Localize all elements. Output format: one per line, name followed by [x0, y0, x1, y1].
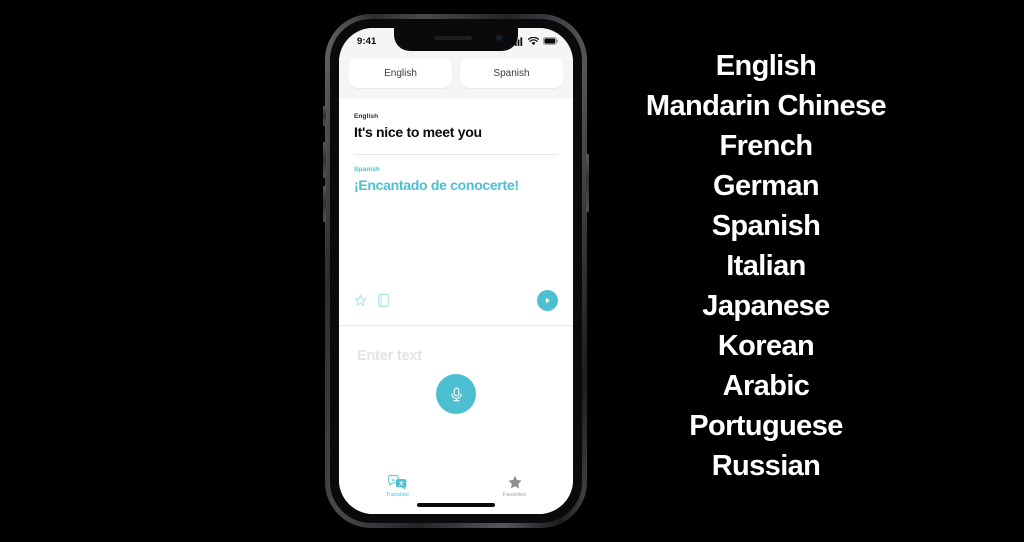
silent-switch-button[interactable] — [323, 106, 326, 126]
earpiece-speaker — [433, 36, 472, 40]
language-item: Korean — [717, 330, 815, 362]
tab-translate-label: Translate — [385, 492, 410, 498]
wifi-icon — [528, 36, 539, 45]
star-filled-icon — [507, 475, 522, 489]
translation-card: English It's nice to meet you Spanish ¡E… — [339, 98, 573, 325]
language-item: Japanese — [702, 290, 830, 322]
tab-bar: A 文 Translate Favorites — [339, 470, 573, 514]
battery-icon — [543, 37, 559, 45]
svg-text:文: 文 — [399, 480, 404, 487]
source-text: It's nice to meet you — [354, 124, 482, 140]
volume-down-button[interactable] — [323, 186, 326, 222]
target-text-label: Spanish — [354, 165, 380, 173]
volume-up-button[interactable] — [323, 142, 326, 178]
language-item: German — [713, 170, 820, 202]
iphone-device-frame: 9:41 English Spanish English It's nice t… — [323, 14, 589, 528]
play-icon — [545, 297, 550, 304]
microphone-button[interactable] — [436, 374, 476, 414]
home-indicator[interactable] — [417, 503, 495, 507]
microphone-icon — [450, 387, 462, 401]
star-outline-icon[interactable] — [354, 294, 367, 307]
power-button[interactable] — [586, 154, 589, 212]
play-audio-button[interactable] — [537, 290, 558, 311]
status-bar-icons — [512, 36, 559, 46]
source-text-label: English — [354, 113, 379, 120]
card-actions-row — [354, 290, 558, 311]
translated-text: ¡Encantado de conocerte! — [354, 176, 519, 193]
translate-bubbles-icon: A 文 — [388, 475, 407, 490]
target-language-button[interactable]: Spanish — [460, 58, 563, 88]
tab-favorites-label: Favorites — [502, 492, 527, 498]
card-divider — [354, 153, 558, 155]
language-item: French — [719, 130, 813, 162]
language-item: Arabic — [722, 370, 810, 402]
language-item: English — [715, 50, 817, 82]
target-language-label: Spanish — [493, 67, 530, 79]
language-item: Spanish — [711, 210, 821, 242]
book-icon[interactable] — [378, 294, 389, 307]
source-language-button[interactable]: English — [349, 58, 452, 88]
front-camera-icon — [496, 35, 502, 41]
phone-bezel: 9:41 English Spanish English It's nice t… — [330, 19, 582, 523]
supported-languages-list: English Mandarin Chinese French German S… — [600, 46, 932, 486]
notch — [394, 28, 518, 51]
language-item: Russian — [711, 450, 821, 482]
enter-text-placeholder: Enter text — [357, 348, 422, 364]
status-bar-time: 9:41 — [357, 35, 377, 47]
source-language-label: English — [384, 67, 417, 79]
language-selector-bar: English Spanish — [339, 54, 573, 98]
tab-favorites[interactable]: Favorites — [456, 475, 573, 498]
tab-translate[interactable]: A 文 Translate — [339, 475, 456, 498]
phone-screen: 9:41 English Spanish English It's nice t… — [339, 28, 573, 514]
language-item: Portuguese — [689, 410, 843, 442]
language-item: Mandarin Chinese — [645, 90, 887, 122]
text-input-area[interactable]: Enter text — [339, 325, 573, 470]
language-item: Italian — [726, 250, 806, 282]
